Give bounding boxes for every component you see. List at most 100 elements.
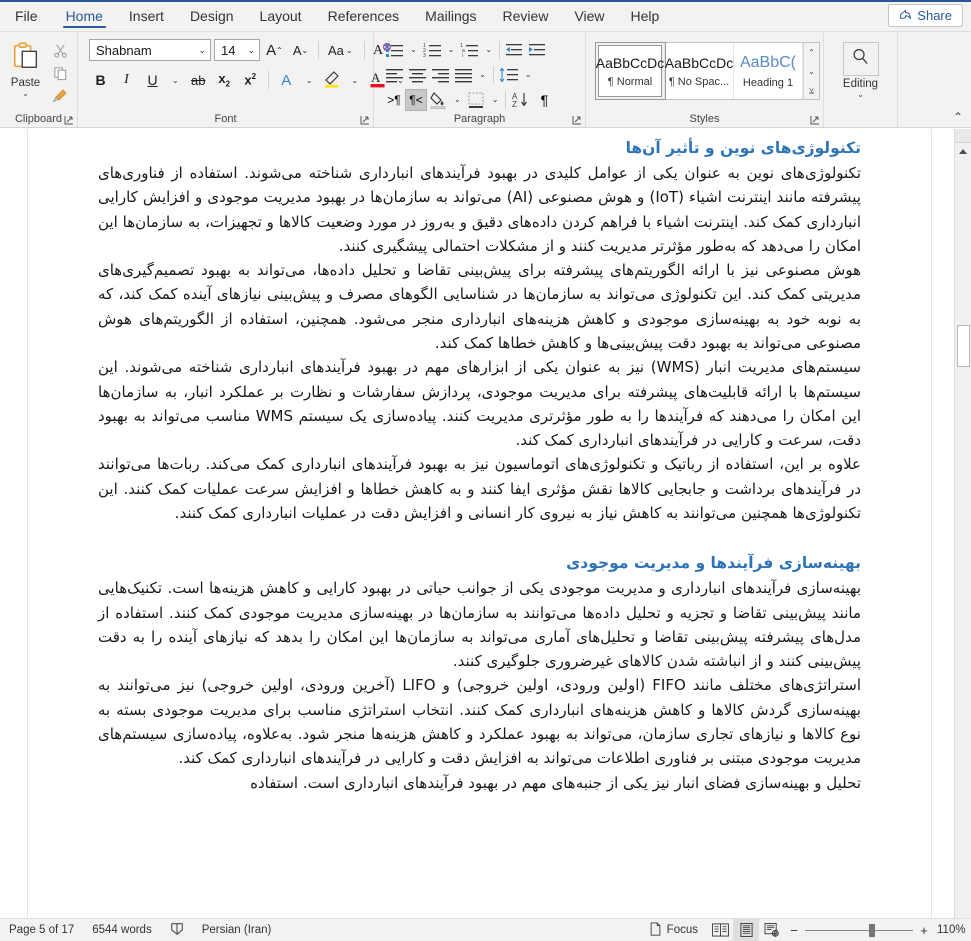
underline-button[interactable]: U — [141, 69, 164, 92]
tab-home[interactable]: Home — [53, 0, 116, 31]
shrink-font-button[interactable]: A ⌄ — [289, 39, 312, 62]
multilevel-list-icon: 1ai — [460, 43, 479, 58]
proofing-status[interactable] — [161, 919, 193, 941]
font-size-combobox[interactable]: 14 ⌄ — [214, 39, 260, 61]
styles-more-button[interactable]: ⩣ — [804, 80, 819, 99]
paste-button[interactable]: Paste ⌄ — [5, 38, 46, 98]
grow-font-button[interactable]: A ⌃ — [263, 39, 286, 62]
line-spacing-icon — [499, 67, 518, 82]
search-icon — [851, 47, 870, 71]
web-layout-button[interactable] — [759, 919, 785, 941]
scrollbar-thumb[interactable] — [957, 325, 970, 367]
tab-review[interactable]: Review — [490, 0, 562, 31]
read-mode-button[interactable] — [707, 919, 733, 941]
highlight-dropdown[interactable]: ⌄ — [346, 69, 363, 92]
subscript-button[interactable]: x2 — [213, 69, 236, 92]
chevron-down-icon: ⌄ — [454, 95, 461, 104]
divider — [363, 41, 365, 59]
align-left-button[interactable] — [383, 64, 406, 86]
increase-indent-button[interactable] — [526, 39, 549, 61]
text-highlight-button[interactable] — [320, 69, 343, 92]
align-right-button[interactable] — [429, 64, 452, 86]
clipboard-dialog-launcher[interactable] — [64, 115, 75, 126]
zoom-control[interactable]: − + — [785, 923, 937, 938]
bold-button[interactable]: B — [89, 69, 112, 92]
scroll-up-button[interactable] — [955, 143, 971, 160]
share-button[interactable]: Share — [888, 4, 963, 27]
divider — [492, 65, 494, 84]
page-indicator[interactable]: Page 5 of 17 — [0, 919, 83, 941]
chevron-down-icon[interactable]: ⌄ — [857, 91, 864, 99]
italic-button[interactable]: I — [115, 69, 138, 92]
center-button[interactable] — [406, 64, 429, 86]
tab-view[interactable]: View — [561, 0, 617, 31]
svg-text:3: 3 — [423, 53, 426, 58]
zoom-level[interactable]: 110% — [937, 924, 971, 936]
bullets-button[interactable] — [383, 39, 406, 61]
numbering-dropdown[interactable]: ⌄ — [444, 39, 459, 61]
multilevel-list-button[interactable]: 1ai — [458, 39, 481, 61]
collapse-ribbon-button[interactable]: ⌃ — [953, 110, 963, 124]
tab-file[interactable]: File — [0, 0, 53, 31]
focus-mode-button[interactable]: Focus — [640, 919, 707, 941]
styles-scroll-up-button[interactable]: ⌃ — [804, 43, 819, 62]
tab-insert[interactable]: Insert — [116, 0, 177, 31]
style-no-spacing[interactable]: AaBbCcDc ¶ No Spac... — [665, 43, 734, 99]
superscript-button[interactable]: x2 — [239, 69, 262, 92]
word-count[interactable]: 6544 words — [83, 919, 160, 941]
style-normal[interactable]: AaBbCcDc ¶ Normal — [595, 42, 666, 100]
rtl-text-direction-button[interactable]: ¶< — [405, 88, 427, 111]
shading-button[interactable] — [427, 89, 450, 111]
line-spacing-dropdown[interactable]: ⌄ — [521, 64, 536, 86]
style-heading-1[interactable]: AaBbC( Heading 1 — [734, 43, 803, 99]
tab-design[interactable]: Design — [177, 0, 247, 31]
sort-icon: AZ — [512, 92, 528, 108]
split-window-handle[interactable] — [955, 129, 971, 143]
borders-dropdown[interactable]: ⌄ — [488, 89, 503, 111]
numbering-button[interactable]: 123 — [421, 39, 444, 61]
justify-button[interactable] — [452, 64, 475, 86]
editing-button[interactable]: Editing ⌄ — [829, 38, 892, 99]
document-paragraph: هوش مصنوعی نیز با ارائه الگوریتم‌های پیش… — [98, 261, 861, 352]
sort-button[interactable]: AZ — [509, 89, 533, 111]
print-layout-button[interactable] — [733, 919, 759, 941]
tab-layout[interactable]: Layout — [247, 0, 315, 31]
vertical-scrollbar[interactable] — [954, 129, 971, 918]
copy-button[interactable] — [48, 65, 72, 86]
zoom-slider-thumb[interactable] — [869, 923, 875, 937]
strikethrough-button[interactable]: ab — [187, 69, 210, 92]
styles-gallery[interactable]: AaBbCcDc ¶ Normal AaBbCcDc ¶ No Spac... … — [595, 42, 820, 100]
chevron-down-icon[interactable]: ⌄ — [22, 90, 29, 98]
decrease-indent-button[interactable] — [503, 39, 526, 61]
justify-dropdown[interactable]: ⌄ — [475, 64, 490, 86]
show-formatting-marks-button[interactable]: ¶ — [533, 89, 555, 111]
line-spacing-button[interactable] — [497, 64, 521, 86]
font-dialog-launcher[interactable] — [360, 115, 371, 126]
shading-dropdown[interactable]: ⌄ — [450, 89, 465, 111]
zoom-slider[interactable] — [805, 923, 913, 937]
font-name-combobox[interactable]: Shabnam ⌄ — [89, 39, 211, 61]
tab-mailings[interactable]: Mailings — [412, 0, 489, 31]
text-effects-button[interactable]: A — [275, 69, 298, 92]
ltr-text-direction-button[interactable]: >¶ — [383, 89, 405, 111]
zoom-out-button[interactable]: − — [789, 923, 799, 938]
format-painter-button[interactable] — [48, 88, 72, 109]
increase-indent-icon — [529, 43, 546, 55]
text-effects-dropdown[interactable]: ⌄ — [301, 69, 318, 92]
styles-scroll-controls[interactable]: ⌃ ⌄ ⩣ — [803, 43, 819, 99]
tab-design-label: Design — [189, 7, 234, 24]
bullets-dropdown[interactable]: ⌄ — [406, 39, 421, 61]
paragraph-dialog-launcher[interactable] — [572, 115, 583, 126]
tab-help[interactable]: Help — [618, 0, 673, 31]
zoom-in-button[interactable]: + — [919, 923, 929, 938]
change-case-button[interactable]: Aa ⌄ — [325, 39, 358, 62]
styles-dialog-launcher[interactable] — [810, 115, 821, 126]
tab-references[interactable]: References — [315, 0, 413, 31]
styles-scroll-down-button[interactable]: ⌄ — [804, 62, 819, 81]
language-indicator[interactable]: Persian (Iran) — [193, 919, 281, 941]
multilevel-list-dropdown[interactable]: ⌄ — [481, 39, 496, 61]
borders-button[interactable] — [465, 89, 488, 111]
document-page[interactable]: تکنولوژی‌های نوین و تأثیر آن‌ها تکنولوژی… — [27, 129, 932, 918]
underline-dropdown[interactable]: ⌄ — [167, 69, 184, 92]
cut-button[interactable] — [48, 42, 72, 63]
